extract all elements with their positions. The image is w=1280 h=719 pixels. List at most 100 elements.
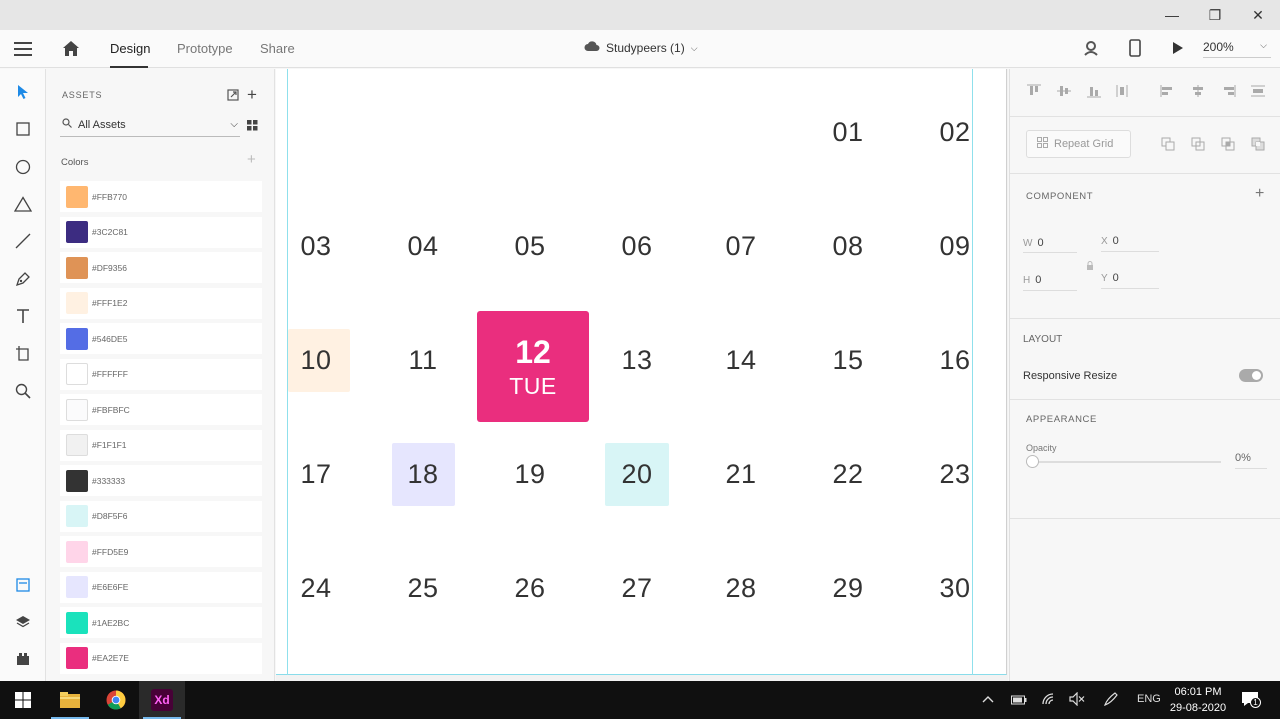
color-swatch-row[interactable]: #546DE5 (60, 323, 262, 354)
distribute-horizontal-icon[interactable] (1116, 84, 1128, 103)
calendar-date-22[interactable]: 22 (816, 454, 880, 494)
polygon-tool-icon[interactable] (11, 192, 35, 216)
minimize-button[interactable]: — (1150, 0, 1194, 30)
close-button[interactable]: ✕ (1236, 0, 1280, 30)
calendar-date-25[interactable]: 25 (391, 568, 455, 608)
open-libraries-icon[interactable] (227, 88, 239, 106)
calendar-date-26[interactable]: 26 (498, 568, 562, 608)
pen-workspace-icon[interactable] (1103, 691, 1119, 710)
color-swatch-row[interactable]: #333333 (60, 465, 262, 496)
opacity-slider[interactable] (1026, 461, 1221, 463)
color-swatch-row[interactable]: #FFB770 (60, 181, 262, 212)
calendar-date-01[interactable]: 01 (816, 112, 880, 152)
calendar-date-13[interactable]: 13 (605, 340, 669, 380)
opacity-value[interactable]: 0% (1235, 452, 1267, 469)
file-explorer-icon[interactable] (47, 681, 93, 719)
responsive-resize-toggle[interactable] (1239, 369, 1263, 382)
color-swatch-row[interactable]: #FBFBFC (60, 394, 262, 425)
line-tool-icon[interactable] (11, 229, 35, 253)
tab-share[interactable]: Share (260, 41, 295, 56)
calendar-date-04[interactable]: 04 (391, 226, 455, 266)
intersect-boolean-icon[interactable] (1221, 137, 1235, 156)
align-bottom-icon[interactable] (1086, 84, 1102, 103)
calendar-date-07[interactable]: 07 (709, 226, 773, 266)
plugins-panel-icon[interactable] (11, 647, 35, 671)
calendar-date-14[interactable]: 14 (709, 340, 773, 380)
rectangle-tool-icon[interactable] (11, 117, 35, 141)
align-top-icon[interactable] (1026, 84, 1042, 103)
home-icon[interactable] (62, 40, 80, 62)
play-preview-icon[interactable] (1172, 41, 1184, 60)
hamburger-menu-icon[interactable] (14, 41, 32, 62)
color-swatch-row[interactable]: #FFF1E2 (60, 287, 262, 319)
align-middle-icon[interactable] (1056, 84, 1072, 103)
calendar-date-30[interactable]: 30 (923, 568, 987, 608)
volume-muted-icon[interactable] (1069, 691, 1085, 709)
color-swatch-row[interactable]: #EA2E7E (60, 642, 262, 674)
notifications-icon[interactable]: 1 (1241, 690, 1261, 711)
adobe-xd-icon[interactable]: Xd (139, 681, 185, 719)
color-swatch-row[interactable]: #3C2C81 (60, 216, 262, 248)
calendar-date-11[interactable]: 11 (391, 340, 455, 380)
chevron-up-icon[interactable] (982, 692, 994, 706)
y-field[interactable]: Y0 (1101, 272, 1119, 284)
calendar-date-05[interactable]: 05 (498, 226, 562, 266)
calendar-date-02[interactable]: 02 (923, 112, 987, 152)
device-preview-icon[interactable] (1129, 39, 1141, 62)
assets-filter-select[interactable]: All Assets ⌵ (60, 113, 240, 137)
maximize-button[interactable]: ❐ (1193, 0, 1237, 30)
align-right-icon[interactable] (1220, 84, 1236, 103)
align-center-icon[interactable] (1190, 84, 1206, 103)
subtract-boolean-icon[interactable] (1191, 137, 1205, 156)
calendar-date-03[interactable]: 03 (284, 226, 348, 266)
wifi-icon[interactable] (1042, 693, 1056, 708)
artboard-tool-icon[interactable] (11, 341, 35, 365)
select-tool-icon[interactable] (11, 80, 35, 104)
add-component-icon[interactable]: + (1255, 185, 1264, 203)
calendar-date-06[interactable]: 06 (605, 226, 669, 266)
calendar-date-17[interactable]: 17 (284, 454, 348, 494)
opacity-slider-handle[interactable] (1026, 455, 1039, 468)
color-swatch-row[interactable]: #FFFFFF (60, 358, 262, 390)
color-swatch-row[interactable]: #F1F1F1 (60, 429, 262, 461)
calendar-date-20[interactable]: 20 (605, 454, 669, 494)
calendar-date-27[interactable]: 27 (605, 568, 669, 608)
pen-tool-icon[interactable] (11, 267, 35, 291)
color-swatch-row[interactable]: #E6E6FE (60, 571, 262, 603)
color-swatch-row[interactable]: #DF9356 (60, 252, 262, 283)
battery-icon[interactable] (1011, 694, 1027, 708)
calendar-date-09[interactable]: 09 (923, 226, 987, 266)
height-field[interactable]: H0 (1023, 274, 1041, 286)
x-field[interactable]: X0 (1101, 235, 1119, 247)
document-title[interactable]: Studypeers (1) ⌵ (584, 41, 698, 55)
calendar-date-18[interactable]: 18 (391, 454, 455, 494)
text-tool-icon[interactable] (11, 304, 35, 328)
layers-panel-icon[interactable] (11, 610, 35, 634)
grid-view-icon[interactable] (247, 118, 258, 136)
calendar-date-28[interactable]: 28 (709, 568, 773, 608)
design-canvas[interactable]: 12 TUE 01 02 03 04 05 06 07 08 09 10 11 13 14 15 16 17 1… (276, 69, 1008, 681)
calendar-date-15[interactable]: 15 (816, 340, 880, 380)
color-swatch-row[interactable]: #D8F5F6 (60, 500, 262, 532)
calendar-date-24[interactable]: 24 (284, 568, 348, 608)
repeat-grid-button[interactable]: Repeat Grid (1026, 130, 1131, 158)
selected-date-card[interactable]: 12 TUE (477, 311, 589, 422)
tab-design[interactable]: Design (110, 41, 150, 56)
calendar-date-21[interactable]: 21 (709, 454, 773, 494)
artboard[interactable]: 12 TUE 01 02 03 04 05 06 07 08 09 10 11 13 14 15 16 17 1… (276, 69, 1007, 675)
ellipse-tool-icon[interactable] (11, 155, 35, 179)
add-asset-icon[interactable]: + (247, 85, 257, 105)
lock-aspect-icon[interactable] (1086, 258, 1094, 276)
color-swatch-row[interactable]: #FFD5E9 (60, 536, 262, 567)
calendar-date-23[interactable]: 23 (923, 454, 987, 494)
language-indicator[interactable]: ENG (1137, 693, 1161, 705)
taskbar-clock[interactable]: 06:01 PM 29-08-2020 (1166, 684, 1230, 716)
exclude-boolean-icon[interactable] (1251, 137, 1265, 156)
user-feedback-icon[interactable] (1084, 40, 1100, 61)
add-boolean-icon[interactable] (1161, 137, 1175, 156)
calendar-date-10[interactable]: 10 (284, 340, 348, 380)
align-left-icon[interactable] (1160, 84, 1176, 103)
calendar-date-08[interactable]: 08 (816, 226, 880, 266)
chrome-icon[interactable] (93, 681, 139, 719)
zoom-select[interactable]: 200% ⌵ (1203, 40, 1271, 58)
